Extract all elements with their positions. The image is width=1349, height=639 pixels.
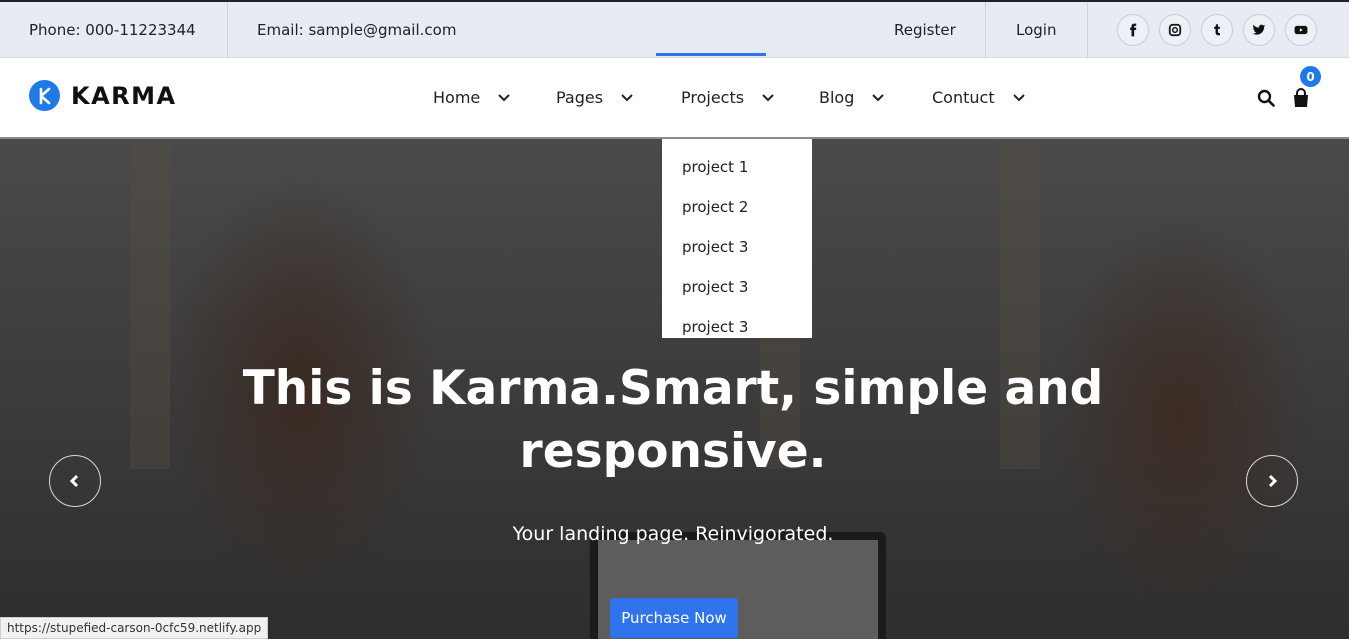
slider-next-button[interactable] [1246, 455, 1298, 507]
dropdown-item[interactable]: project 1 [662, 147, 812, 187]
nav-label: Pages [556, 88, 604, 107]
main-navbar: KARMA Home Pages Projects Blog Contuct [0, 58, 1349, 139]
nav-label: Home [433, 88, 481, 107]
tumblr-icon[interactable] [1201, 14, 1233, 46]
chevron-down-icon [762, 93, 774, 101]
search-icon[interactable] [1257, 89, 1275, 107]
divider [1087, 2, 1088, 58]
k-logo-icon [29, 80, 60, 111]
dropdown-item[interactable]: project 3 [662, 307, 812, 347]
purchase-now-button[interactable]: Purchase Now [610, 598, 738, 638]
nav-item-projects[interactable]: Projects [681, 88, 774, 107]
nav-item-contact[interactable]: Contuct [932, 88, 1025, 107]
projects-dropdown-menu: project 1 project 2 project 3 project 3 … [662, 139, 812, 338]
chevron-left-icon [69, 474, 79, 488]
social-links [1117, 14, 1317, 46]
email-contact: Email: sample@gmail.com [257, 21, 457, 39]
shopping-bag-icon[interactable] [1292, 88, 1310, 108]
brand-name: KARMA [71, 81, 177, 110]
hero-title: This is Karma.Smart, simple and responsi… [242, 361, 1104, 479]
hero-subtitle: Your landing page. Reinvigorated. [512, 523, 834, 545]
nav-label: Projects [681, 88, 745, 107]
dropdown-item[interactable]: project 3 [662, 227, 812, 267]
dropdown-item[interactable]: project 2 [662, 187, 812, 227]
chevron-down-icon [872, 93, 885, 101]
link-status-bar: https://stupefied-carson-0cfc59.netlify.… [0, 617, 269, 639]
twitter-icon[interactable] [1243, 14, 1275, 46]
youtube-icon[interactable] [1285, 14, 1317, 46]
top-bar: Phone: 000-11223344 Email: sample@gmail.… [0, 0, 1349, 58]
nav-item-blog[interactable]: Blog [819, 88, 885, 107]
nav-item-pages[interactable]: Pages [556, 88, 633, 107]
facebook-icon[interactable] [1117, 14, 1149, 46]
nav-item-home[interactable]: Home [433, 88, 510, 107]
chevron-down-icon [1012, 93, 1025, 101]
chevron-down-icon [498, 93, 510, 101]
dropdown-item[interactable]: project 3 [662, 267, 812, 307]
divider [985, 2, 986, 58]
cart-count-badge: 0 [1300, 66, 1321, 87]
chevron-right-icon [1268, 474, 1278, 488]
background-frame [130, 139, 170, 469]
chevron-down-icon [621, 93, 633, 101]
nav-label: Contuct [932, 88, 995, 107]
divider [227, 2, 228, 58]
nav-label: Blog [819, 88, 855, 107]
brand[interactable]: KARMA [29, 80, 177, 111]
phone-contact: Phone: 000-11223344 [29, 21, 196, 39]
active-nav-indicator [656, 53, 766, 56]
instagram-icon[interactable] [1159, 14, 1191, 46]
login-link[interactable]: Login [1016, 2, 1056, 58]
slider-prev-button[interactable] [49, 455, 101, 507]
register-link[interactable]: Register [894, 2, 956, 58]
